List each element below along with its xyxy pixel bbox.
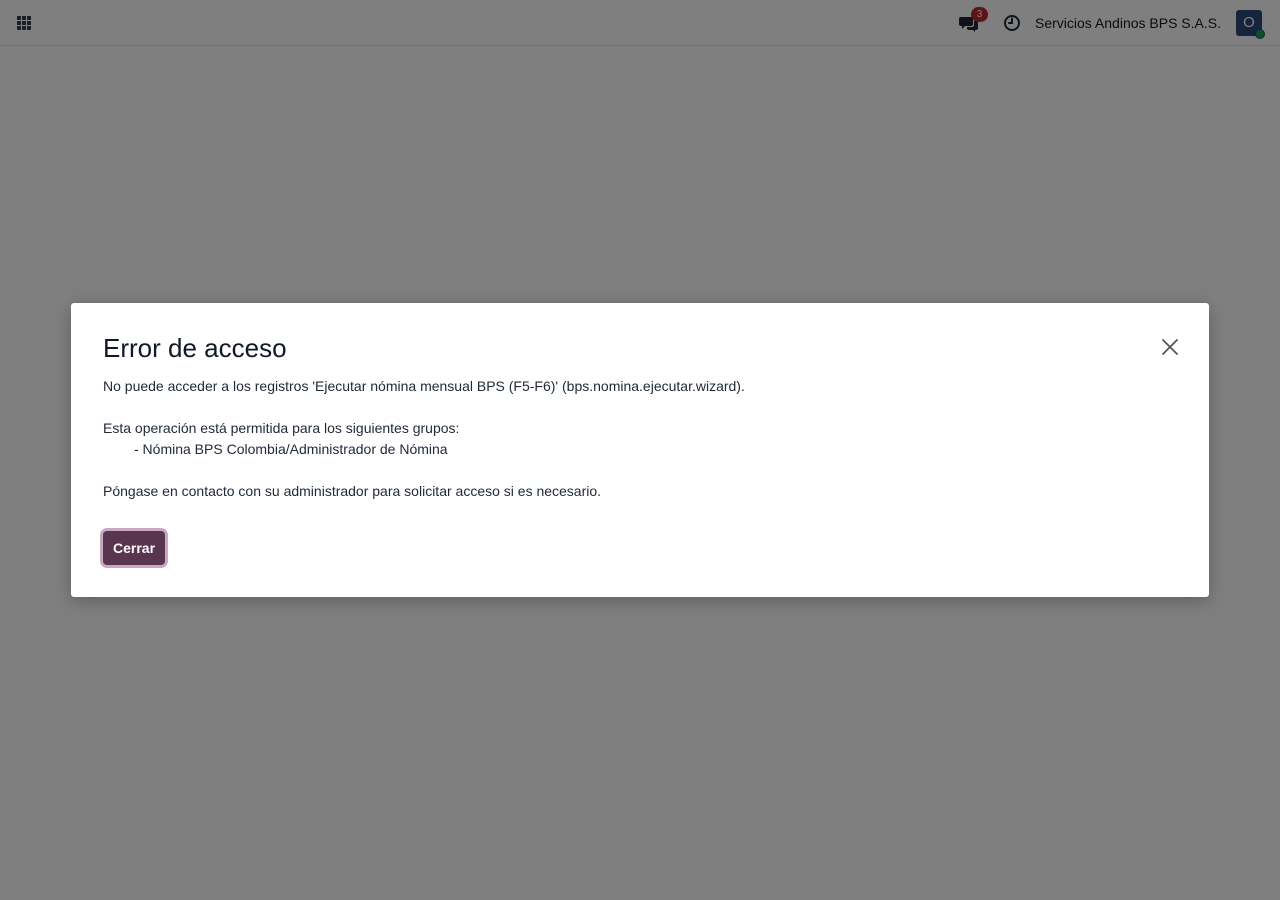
allowed-group-item: - Nómina BPS Colombia/Administrador de N… bbox=[134, 441, 448, 457]
allowed-groups-intro: Esta operación está permitida para los s… bbox=[103, 420, 460, 436]
dialog-title: Error de acceso bbox=[103, 333, 287, 363]
dialog-body: No puede acceder a los registros 'Ejecut… bbox=[103, 376, 1173, 502]
close-button[interactable]: Cerrar bbox=[103, 531, 166, 565]
error-message: No puede acceder a los registros 'Ejecut… bbox=[103, 378, 745, 394]
access-error-dialog: Error de acceso No puede acceder a los r… bbox=[71, 303, 1209, 597]
contact-admin-message: Póngase en contacto con su administrador… bbox=[103, 483, 602, 499]
close-icon bbox=[1162, 339, 1178, 355]
dialog-close-button[interactable] bbox=[1160, 337, 1180, 357]
